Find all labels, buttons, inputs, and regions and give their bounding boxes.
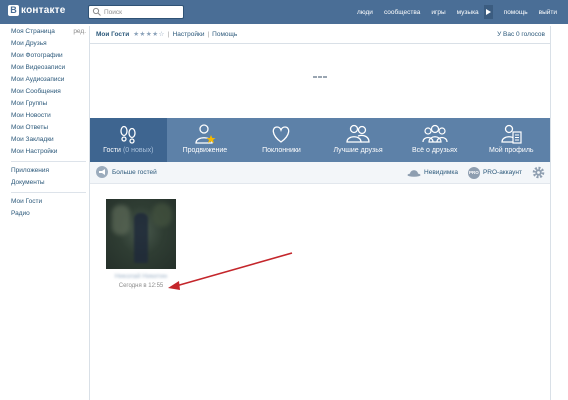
- annotation-arrow: [168, 252, 293, 290]
